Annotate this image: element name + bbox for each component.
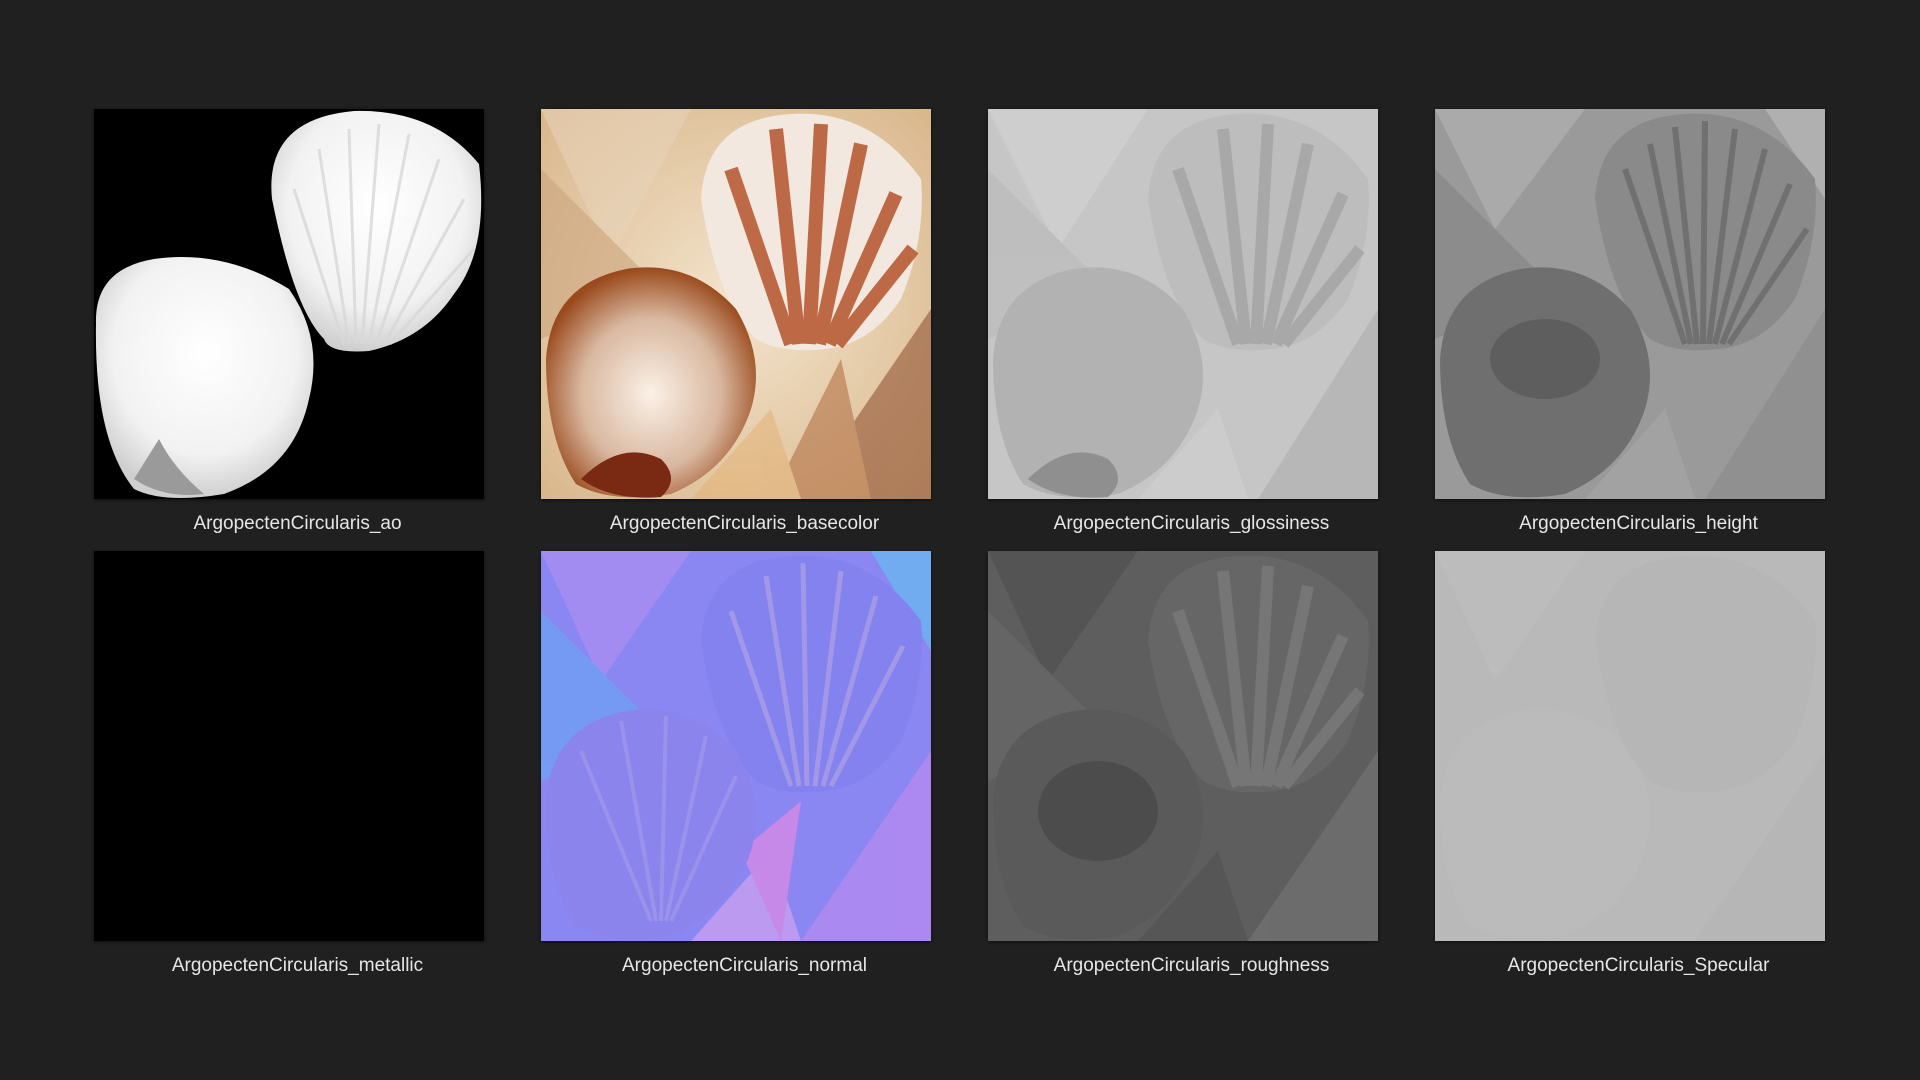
thumbnail-grid: ArgopectenCircularis_ao ArgopectenCircul… xyxy=(94,109,1825,993)
file-name-label: ArgopectenCircularis_basecolor xyxy=(609,513,880,534)
file-name-label: ArgopectenCircularis_glossiness xyxy=(1053,513,1330,534)
file-name-label: ArgopectenCircularis_roughness xyxy=(1053,955,1330,976)
texture-thumbnail-specular[interactable] xyxy=(1435,551,1825,941)
file-tile-metallic[interactable]: ArgopectenCircularis_metallic xyxy=(94,551,484,993)
file-tile-specular[interactable]: ArgopectenCircularis_Specular xyxy=(1435,551,1825,993)
file-tile-basecolor[interactable]: ArgopectenCircularis_basecolor xyxy=(541,109,931,551)
file-tile-normal[interactable]: ArgopectenCircularis_normal xyxy=(541,551,931,993)
file-tile-glossiness[interactable]: ArgopectenCircularis_glossiness xyxy=(988,109,1378,551)
texture-thumbnail-normal[interactable] xyxy=(541,551,931,941)
file-name-label: ArgopectenCircularis_metallic xyxy=(171,955,424,976)
texture-thumbnail-basecolor[interactable] xyxy=(541,109,931,499)
file-tile-ao[interactable]: ArgopectenCircularis_ao xyxy=(94,109,484,551)
texture-thumbnail-metallic[interactable] xyxy=(94,551,484,941)
texture-thumbnail-height[interactable] xyxy=(1435,109,1825,499)
file-tile-roughness[interactable]: ArgopectenCircularis_roughness xyxy=(988,551,1378,993)
texture-thumbnail-ao[interactable] xyxy=(94,109,484,499)
file-name-label: ArgopectenCircularis_height xyxy=(1519,513,1758,534)
texture-thumbnail-roughness[interactable] xyxy=(988,551,1378,941)
file-explorer-window: ArgopectenCircularis_ao ArgopectenCircul… xyxy=(0,0,1920,1080)
file-name-label: ArgopectenCircularis_ao xyxy=(193,513,402,534)
texture-thumbnail-glossiness[interactable] xyxy=(988,109,1378,499)
file-name-label: ArgopectenCircularis_Specular xyxy=(1507,955,1770,976)
file-name-label: ArgopectenCircularis_normal xyxy=(622,955,867,976)
file-tile-height[interactable]: ArgopectenCircularis_height xyxy=(1435,109,1825,551)
